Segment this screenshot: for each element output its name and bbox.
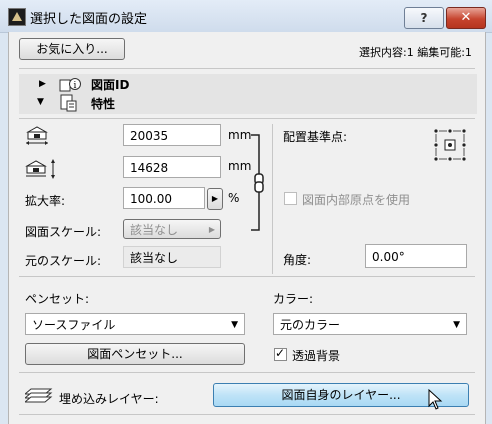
embedded-layers-label: 埋め込みレイヤー: — [59, 392, 159, 406]
collapsed-arrow-icon[interactable]: ▶ — [39, 79, 46, 89]
close-button[interactable]: ✕ — [446, 7, 486, 29]
height-icon — [25, 159, 55, 179]
anchor-point-grid[interactable] — [433, 128, 467, 162]
use-internal-origin-label: 図面内部原点を使用 — [302, 193, 411, 207]
angle-label: 角度: — [283, 253, 312, 267]
use-internal-origin-checkbox — [284, 192, 297, 205]
original-scale-label: 元のスケール: — [25, 254, 102, 268]
section-header-drawing-id[interactable]: ▶ i 図面ID — [19, 74, 477, 94]
arrow-right-icon: ▶ — [208, 225, 215, 234]
archicad-app-icon — [8, 8, 26, 26]
magnification-input[interactable]: 100.00 — [123, 187, 205, 209]
width-icon — [26, 126, 48, 145]
checkmark-icon: ✓ — [275, 346, 286, 360]
drawing-scale-label: 図面スケール: — [25, 225, 102, 239]
transparent-background-label: 透過背景 — [292, 349, 341, 363]
magnification-menu-button[interactable]: ▶ — [207, 188, 223, 210]
divider — [19, 414, 475, 415]
properties-icon — [60, 94, 77, 112]
color-label: カラー: — [273, 292, 314, 306]
help-button[interactable]: ? — [404, 7, 444, 29]
width-unit: mm — [228, 128, 252, 142]
transparent-background-checkbox[interactable]: ✓ — [274, 346, 287, 361]
section-label-drawing-id: 図面ID — [91, 78, 130, 92]
divider — [19, 68, 475, 69]
color-dropdown[interactable]: 元のカラー ▼ — [273, 313, 467, 335]
pen-set-dropdown[interactable]: ソースファイル ▼ — [25, 313, 245, 335]
layers-icon — [25, 388, 53, 403]
width-input[interactable]: 20035 — [123, 124, 221, 146]
section-label-properties: 特性 — [91, 97, 116, 111]
drawing-scale-value: 該当なし — [130, 223, 179, 237]
window-title: 選択した図面の設定 — [30, 12, 148, 27]
magnification-label: 拡大率: — [25, 194, 66, 208]
mouse-cursor-icon — [428, 389, 443, 410]
drawing-pen-set-button[interactable]: 図面ペンセット... — [25, 343, 245, 365]
drawing-scale-dropdown: 該当なし ▶ — [123, 219, 221, 239]
pen-set-label: ペンセット: — [25, 292, 90, 306]
vertical-divider — [272, 124, 273, 274]
svg-text:i: i — [74, 81, 77, 91]
percent-unit: % — [228, 191, 240, 205]
expanded-arrow-icon[interactable]: ▼ — [37, 97, 44, 107]
dropdown-arrow-icon: ▼ — [231, 320, 238, 330]
height-input[interactable]: 14628 — [123, 156, 221, 178]
favorites-button[interactable]: お気に入り... — [19, 38, 125, 60]
divider — [19, 372, 475, 373]
divider — [19, 118, 475, 119]
angle-input[interactable]: 0.00° — [365, 244, 467, 268]
section-header-properties[interactable]: ▼ 特性 — [19, 92, 477, 114]
selection-info: 選択内容:1 編集可能:1 — [359, 46, 472, 59]
pen-set-value: ソースファイル — [32, 318, 116, 332]
dialog-panel: お気に入り... 選択内容:1 編集可能:1 ▶ i 図面ID ▼ 特性 200… — [8, 32, 486, 424]
dropdown-arrow-icon: ▼ — [453, 320, 460, 330]
color-value: 元のカラー — [280, 318, 341, 332]
height-unit: mm — [228, 159, 252, 173]
divider — [19, 276, 475, 277]
drawing-id-icon: i — [59, 78, 81, 92]
chain-link-icon[interactable] — [249, 130, 267, 234]
original-scale-value: 該当なし — [123, 246, 221, 268]
anchor-point-label: 配置基準点: — [283, 130, 348, 144]
